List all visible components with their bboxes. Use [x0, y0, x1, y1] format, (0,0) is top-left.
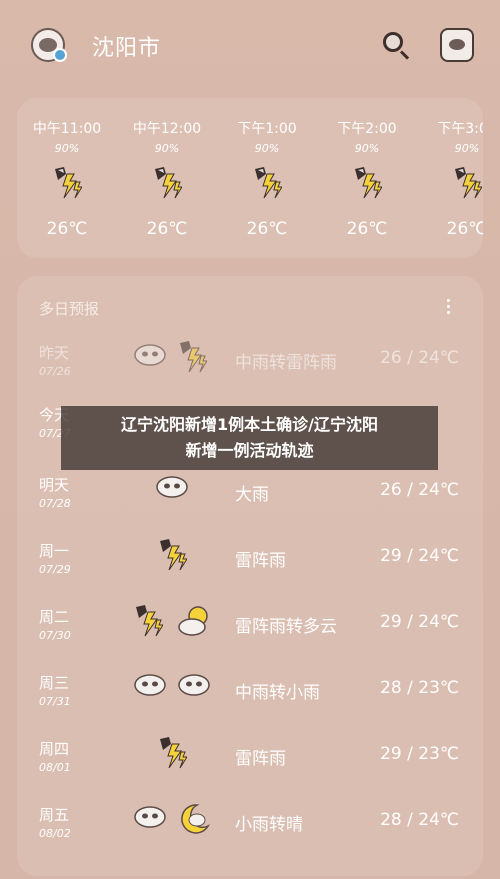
daily-title: 多日预报	[39, 300, 100, 318]
day-date: 08/02	[39, 827, 71, 840]
day-date: 08/01	[39, 761, 71, 774]
hour-precip: 90%	[54, 142, 80, 155]
day-label: 周三	[39, 674, 70, 692]
cloud-pug-icon	[134, 344, 166, 366]
condition-text: 中雨转雷阵雨	[235, 353, 337, 373]
condition-text: 雷阵雨	[235, 551, 286, 571]
hourly-item: 下午2:00 90% 26℃	[317, 98, 417, 258]
daily-row[interactable]: 昨天 07/26 中雨转雷阵雨 26 / 24℃	[17, 341, 483, 402]
hour-precip: 90%	[254, 142, 280, 155]
day-label: 周二	[39, 608, 70, 626]
day-label: 周五	[39, 806, 70, 824]
hour-precip: 90%	[354, 142, 380, 155]
moon-pug-icon	[181, 804, 210, 834]
condition-text: 小雨转晴	[235, 815, 303, 835]
day-label: 周一	[39, 542, 70, 560]
temp-range: 28 / 23℃	[380, 678, 459, 698]
temp-range: 26 / 24℃	[380, 480, 459, 500]
daily-row[interactable]: 周一 07/29 雷阵雨 29 / 24℃	[17, 539, 483, 600]
thunderstorm-icon	[160, 539, 187, 571]
cloud-pug-icon	[156, 476, 188, 498]
banner-line-1: 辽宁沈阳新增1例本土确诊/辽宁沈阳	[121, 415, 378, 434]
hour-precip: 90%	[154, 142, 180, 155]
temp-range: 26 / 24℃	[380, 348, 459, 368]
cloud-pug-icon	[178, 674, 210, 696]
hourly-forecast[interactable]: 中午11:00 90% 26℃ 中午12:00 90% 26℃ 下午1:00 9…	[17, 98, 483, 258]
thunderstorm-icon	[355, 167, 382, 199]
avatar-icon[interactable]	[31, 28, 67, 62]
hour-temp: 26℃	[246, 219, 288, 239]
daily-row[interactable]: 明天 07/28 大雨 26 / 24℃	[17, 474, 483, 534]
daily-forecast: 多日预报 昨天 07/26 中雨转雷阵雨 26 / 24℃ 今天 07/27 明…	[17, 276, 483, 876]
cloud-pug-icon	[134, 806, 166, 828]
day-date: 07/29	[39, 563, 71, 576]
city-title[interactable]: 沈阳市	[92, 30, 161, 62]
daily-row[interactable]: 周四 08/01 雷阵雨 29 / 23℃	[17, 737, 483, 798]
day-date: 07/31	[39, 695, 71, 708]
hourly-item: 下午1:00 90% 26℃	[217, 98, 317, 258]
day-label: 周四	[39, 740, 70, 758]
more-options-icon[interactable]	[447, 296, 453, 317]
condition-text: 雷阵雨	[235, 749, 286, 769]
thunderstorm-icon	[55, 167, 82, 199]
day-date: 07/28	[39, 497, 71, 510]
daily-row[interactable]: 周二 07/30 雷阵雨转多云 29 / 24℃	[17, 605, 483, 666]
day-label: 昨天	[39, 344, 70, 362]
condition-text: 中雨转小雨	[235, 683, 320, 703]
cloud-sun-pug-icon	[178, 606, 208, 636]
hour-time: 中午12:00	[132, 121, 202, 137]
day-date: 07/26	[39, 365, 71, 378]
hour-temp: 26℃	[346, 219, 388, 239]
condition-text: 雷阵雨转多云	[235, 617, 337, 637]
hour-time: 下午2:00	[337, 121, 397, 137]
temp-range: 28 / 24℃	[380, 810, 459, 830]
temp-range: 29 / 24℃	[380, 546, 459, 566]
day-label: 明天	[39, 476, 70, 494]
thunderstorm-icon	[255, 167, 282, 199]
hourly-item: 中午12:00 90% 26℃	[117, 98, 217, 258]
news-banner[interactable]: 辽宁沈阳新增1例本土确诊/辽宁沈阳 新增一例活动轨迹	[61, 406, 438, 470]
day-date: 07/30	[39, 629, 71, 642]
condition-text: 大雨	[235, 485, 269, 505]
temp-range: 29 / 24℃	[380, 612, 459, 632]
hour-precip: 90%	[454, 142, 480, 155]
top-bar: 沈阳市	[0, 0, 500, 92]
thunderstorm-icon	[160, 737, 187, 769]
hour-temp: 26℃	[146, 219, 188, 239]
menu-icon[interactable]	[440, 28, 474, 62]
daily-row[interactable]: 周三 07/31 中雨转小雨 28 / 23℃	[17, 672, 483, 732]
hourly-item: 中午11:00 90% 26℃	[17, 98, 117, 258]
hour-temp: 26℃	[446, 219, 483, 239]
hourly-item: 下午3:00 90% 26℃	[417, 98, 483, 258]
thunderstorm-icon	[455, 167, 482, 199]
search-icon[interactable]	[381, 30, 411, 60]
thunderstorm-icon	[180, 341, 207, 373]
thunderstorm-icon	[155, 167, 182, 199]
temp-range: 29 / 23℃	[380, 744, 459, 764]
hour-time: 下午1:00	[237, 121, 297, 137]
thunderstorm-icon	[136, 605, 163, 637]
daily-row[interactable]: 周五 08/02 小雨转晴 28 / 24℃	[17, 804, 483, 864]
hour-time: 中午11:00	[32, 121, 102, 137]
hour-time: 下午3:00	[437, 121, 483, 137]
cloud-pug-icon	[134, 674, 166, 696]
banner-line-2: 新增一例活动轨迹	[185, 441, 314, 460]
hour-temp: 26℃	[46, 219, 88, 239]
